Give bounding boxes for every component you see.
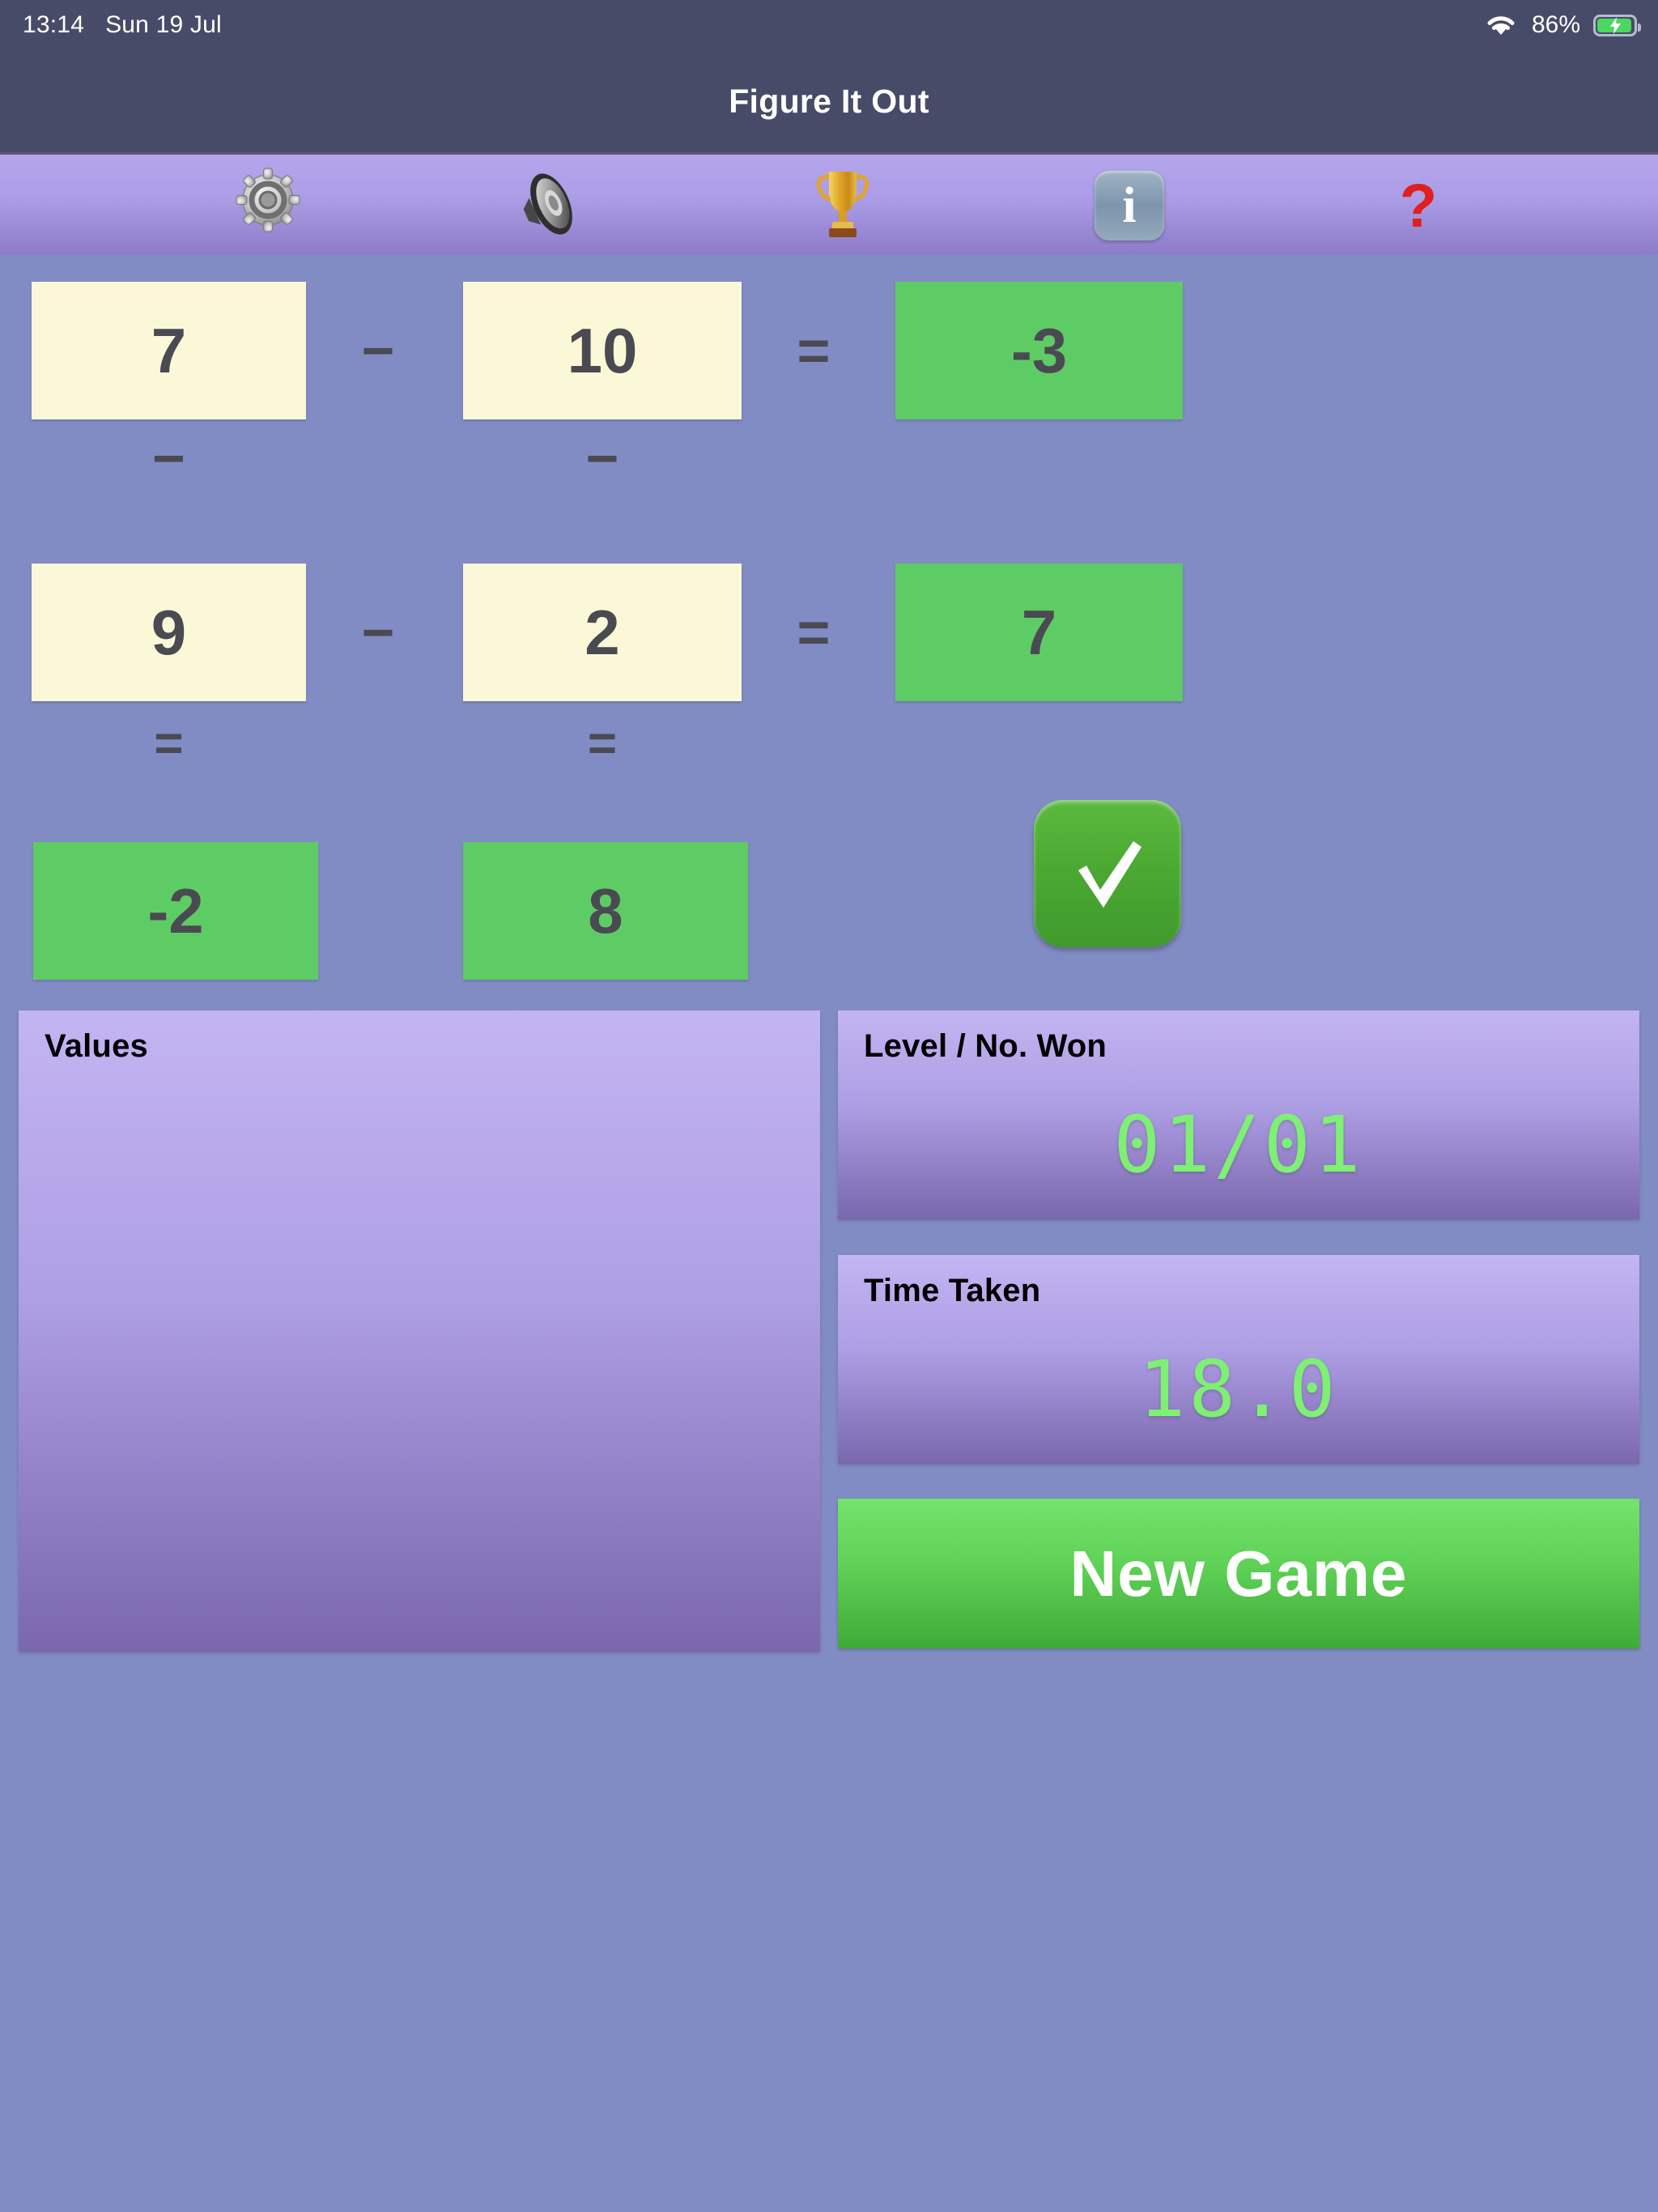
time-panel: Time Taken 18.0: [838, 1255, 1639, 1464]
status-time: 13:14: [23, 11, 85, 38]
level-panel-title: Level / No. Won: [864, 1028, 1107, 1064]
question-mark-icon: ?: [1399, 171, 1438, 240]
speaker-icon: [514, 170, 589, 241]
puzzle-result-r2: 7: [895, 564, 1183, 701]
equals-r2: =: [797, 600, 831, 664]
app-title: Figure It Out: [729, 82, 929, 120]
battery-charging-icon: [1593, 14, 1641, 36]
status-bar-left: 13:14 Sun 19 Jul: [0, 11, 222, 39]
wifi-icon: [1483, 12, 1519, 38]
sound-button[interactable]: [487, 155, 616, 257]
operator-r1: −: [361, 318, 395, 382]
puzzle-result-r1: -3: [895, 282, 1183, 419]
column-equals-c2: =: [587, 716, 618, 772]
time-panel-title: Time Taken: [864, 1273, 1041, 1308]
battery-percent: 86%: [1531, 11, 1580, 38]
info-icon-letter: i: [1122, 177, 1137, 233]
level-panel: Level / No. Won 01/01: [838, 1010, 1639, 1219]
puzzle-cell-r2c1[interactable]: 9: [32, 564, 306, 701]
new-game-button[interactable]: New Game: [838, 1499, 1639, 1648]
column-operator-c1: −: [152, 426, 185, 490]
puzzle-cell-r2c2[interactable]: 2: [463, 564, 742, 701]
puzzle-cell-r1c2[interactable]: 10: [463, 282, 742, 419]
title-bar: Figure It Out: [0, 50, 1658, 152]
check-icon: [1062, 828, 1153, 919]
column-equals-c1: =: [154, 716, 184, 772]
operator-r2: −: [361, 600, 395, 664]
time-panel-value: 18.0: [1138, 1344, 1339, 1435]
puzzle-column-result-c2: 8: [463, 842, 748, 980]
check-answer-button[interactable]: [1034, 800, 1181, 947]
trophy-icon: [811, 167, 874, 245]
info-icon: i: [1095, 171, 1164, 240]
help-button[interactable]: ?: [1354, 155, 1483, 257]
status-bar: 13:14 Sun 19 Jul 86%: [0, 0, 1658, 50]
high-scores-button[interactable]: [778, 155, 908, 257]
status-date: Sun 19 Jul: [105, 11, 222, 38]
toolbar: i ?: [0, 152, 1658, 254]
app-root: 13:14 Sun 19 Jul 86% Figure It Out i ? 7…: [0, 0, 1658, 2212]
equals-r1: =: [797, 318, 831, 382]
status-bar-right: 86%: [1483, 11, 1658, 39]
values-panel-title: Values: [45, 1028, 148, 1064]
info-button[interactable]: i: [1065, 155, 1194, 257]
settings-button[interactable]: [203, 155, 333, 257]
level-panel-value: 01/01: [1113, 1100, 1364, 1190]
column-operator-c2: −: [585, 426, 619, 490]
puzzle-column-result-c1: -2: [33, 842, 318, 980]
puzzle-cell-r1c1[interactable]: 7: [32, 282, 306, 419]
gear-icon: [234, 166, 302, 245]
values-panel: Values: [19, 1010, 820, 1652]
